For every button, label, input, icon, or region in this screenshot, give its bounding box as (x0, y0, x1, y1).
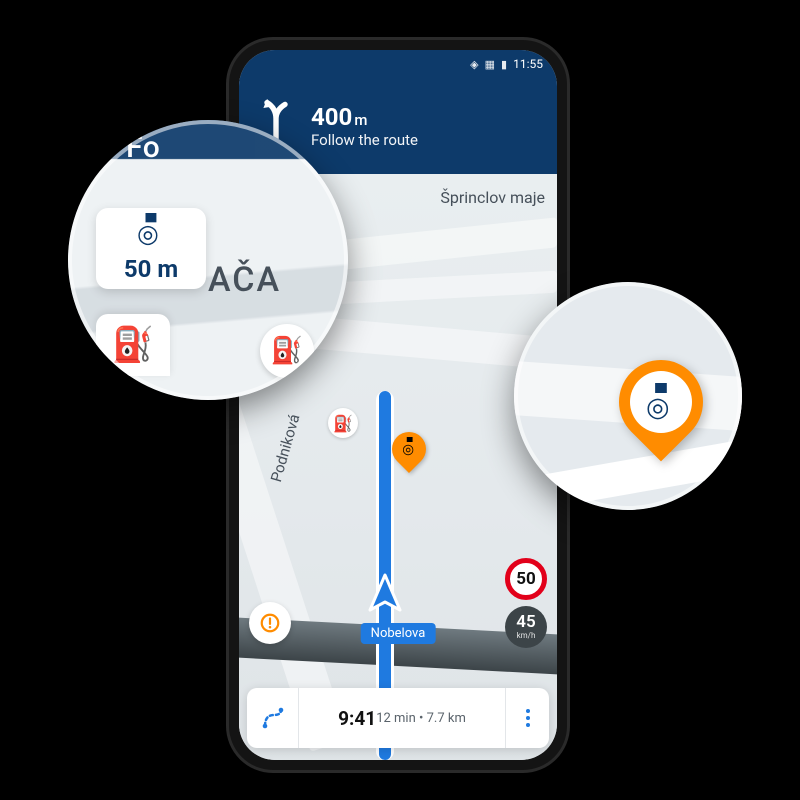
speed-camera-icon (401, 439, 416, 458)
eta-time: 9:41 (338, 707, 376, 730)
fuel-alert-card[interactable]: ⛽ (96, 314, 170, 376)
zoom-callout-left: Fo 50 m AČA ⛽ ⛽ (68, 120, 348, 400)
status-time: 11:55 (513, 57, 543, 71)
route-overview-button[interactable] (247, 688, 299, 748)
more-icon (526, 709, 530, 727)
status-bar: ◈ ▦ ▮ 11:55 (239, 50, 557, 78)
speed-widget: 50 45 km/h (505, 558, 547, 648)
apps-icon: ▦ (485, 58, 495, 71)
nav-distance-unit: m (354, 111, 367, 129)
route-menu-button[interactable] (505, 688, 549, 748)
speed-camera-icon (104, 218, 198, 251)
route-info-bar: 9:41 12 min • 7.7 km (247, 688, 549, 748)
zoom-left-street-fragment: AČA (208, 260, 281, 300)
zoom-left-header-fragment: Fo (68, 120, 348, 204)
speed-camera-pin[interactable] (392, 432, 426, 466)
speed-camera-alert-card[interactable]: 50 m (96, 208, 206, 289)
report-incident-button[interactable] (249, 602, 291, 644)
eta-subline: 12 min • 7.7 km (376, 711, 466, 726)
gps-status-icon: ◈ (470, 58, 478, 71)
current-street-chip: Nobelova (361, 623, 436, 644)
current-position-icon (364, 572, 406, 618)
current-speed: 45 km/h (505, 606, 547, 648)
eta-panel[interactable]: 9:41 12 min • 7.7 km (299, 707, 505, 730)
zoom-callout-right (514, 282, 742, 510)
battery-icon: ▮ (501, 58, 507, 71)
speed-limit-sign: 50 (505, 558, 547, 600)
map-label-area: Šprinclov maje (440, 188, 545, 207)
speed-camera-icon (630, 371, 692, 433)
camera-distance: 50 m (104, 255, 198, 283)
fuel-poi-icon[interactable]: ⛽ (260, 324, 314, 378)
map-label-street: Podniková (267, 412, 304, 484)
speed-camera-pin-large[interactable] (619, 360, 703, 444)
fuel-poi-icon[interactable]: ⛽ (328, 408, 358, 438)
